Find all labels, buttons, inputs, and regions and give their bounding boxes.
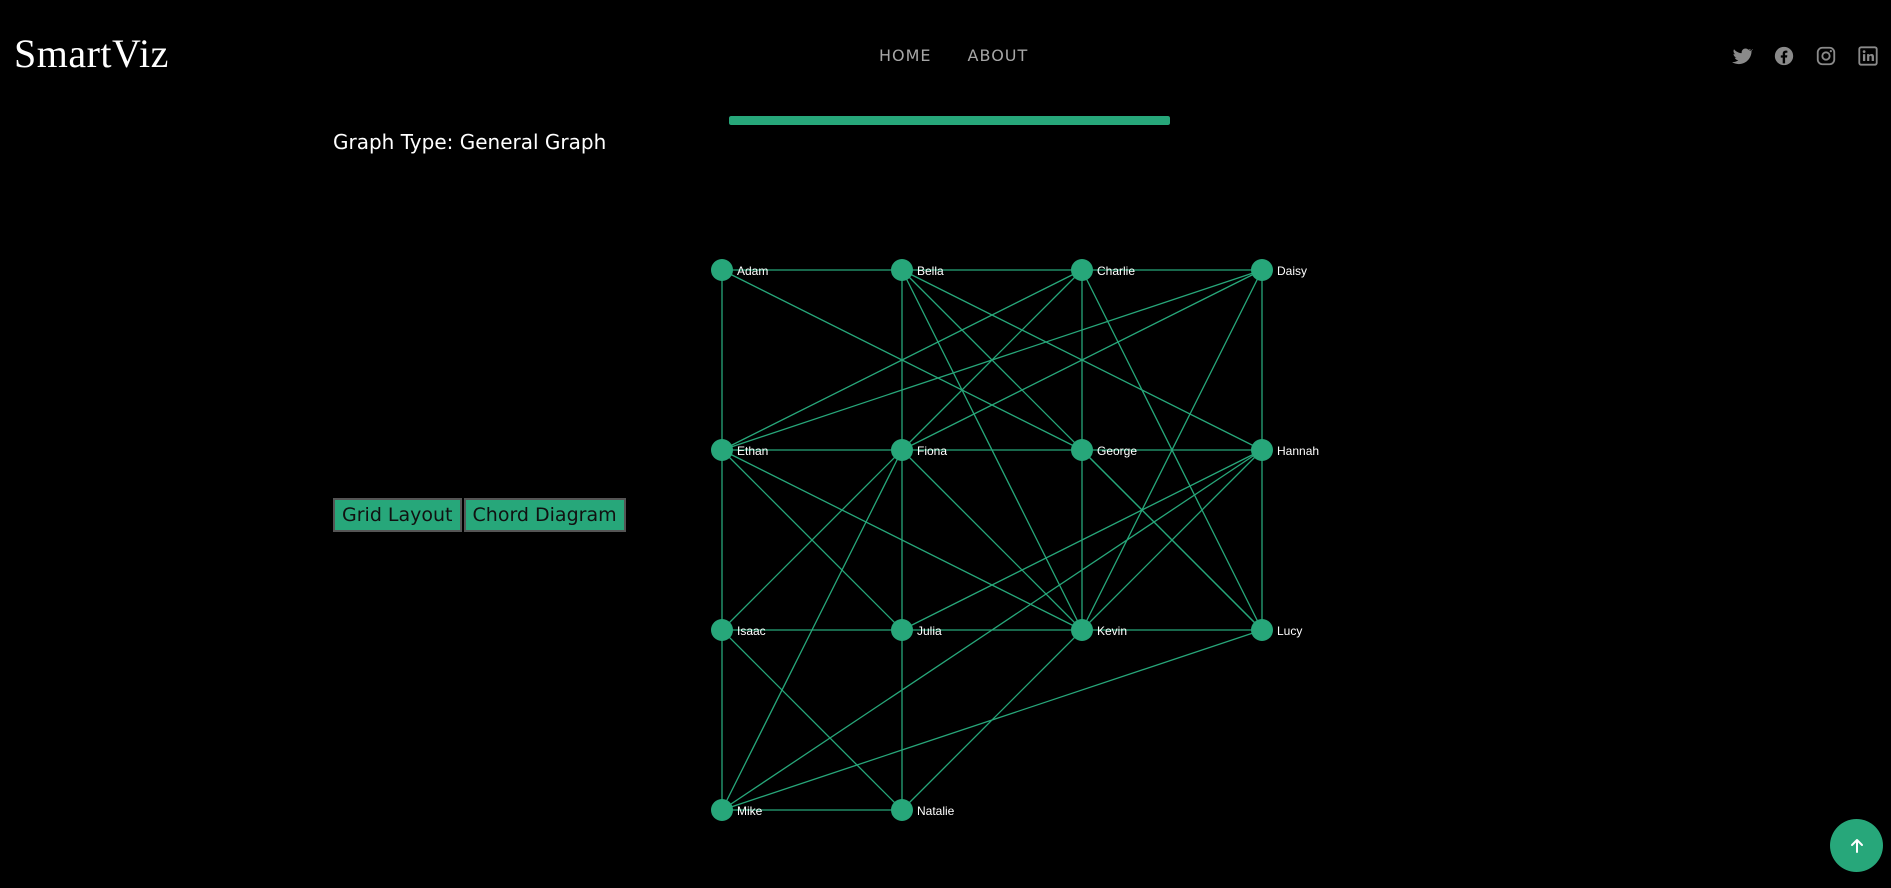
graph-edge [721,629,903,811]
node-circle[interactable] [891,799,913,821]
node-label: George [1097,444,1137,458]
graph-node[interactable]: Mike [711,799,763,821]
node-label: Kevin [1097,624,1127,638]
node-label: Lucy [1277,624,1302,638]
node-label: Charlie [1097,264,1135,278]
node-circle[interactable] [891,619,913,641]
node-circle[interactable] [711,799,733,821]
node-label: Adam [737,264,768,278]
node-label: Julia [917,624,942,638]
graph-edge [721,629,1263,811]
scroll-to-top-button[interactable] [1830,819,1883,872]
node-label: Fiona [917,444,947,458]
graph-node[interactable]: Ethan [711,439,768,461]
graph-node[interactable]: Kevin [1071,619,1127,641]
node-label: Mike [737,804,763,818]
graph-node[interactable]: Isaac [711,619,766,641]
node-label: Bella [917,264,944,278]
node-circle[interactable] [711,439,733,461]
graph-edge [721,269,1263,451]
node-label: Natalie [917,804,955,818]
node-circle[interactable] [1071,439,1093,461]
graph-node[interactable]: Charlie [1071,259,1135,281]
node-label: Daisy [1277,264,1307,278]
network-graph: Adam Bella Charlie Daisy Ethan Fiona George Han… [711,259,1319,821]
node-circle[interactable] [1251,259,1273,281]
graph-node[interactable]: Adam [711,259,768,281]
node-circle[interactable] [1251,439,1273,461]
graph-node[interactable]: Fiona [891,439,947,461]
graph-node[interactable]: George [1071,439,1137,461]
node-circle[interactable] [711,619,733,641]
node-circle[interactable] [891,259,913,281]
node-circle[interactable] [1071,619,1093,641]
node-circle[interactable] [891,439,913,461]
graph-node[interactable]: Daisy [1251,259,1307,281]
node-circle[interactable] [1251,619,1273,641]
graph-node[interactable]: Hannah [1251,439,1319,461]
edges-layer [721,269,1263,811]
graph-node[interactable]: Natalie [891,799,955,821]
node-circle[interactable] [711,259,733,281]
node-label: Hannah [1277,444,1319,458]
node-circle[interactable] [1071,259,1093,281]
nodes-layer: Adam Bella Charlie Daisy Ethan Fiona George Han… [711,259,1319,821]
arrow-up-icon [1850,838,1863,853]
graph-edge [901,449,1083,631]
node-label: Ethan [737,444,768,458]
node-label: Isaac [737,624,766,638]
graph-node[interactable]: Bella [891,259,944,281]
graph-node[interactable]: Lucy [1251,619,1302,641]
